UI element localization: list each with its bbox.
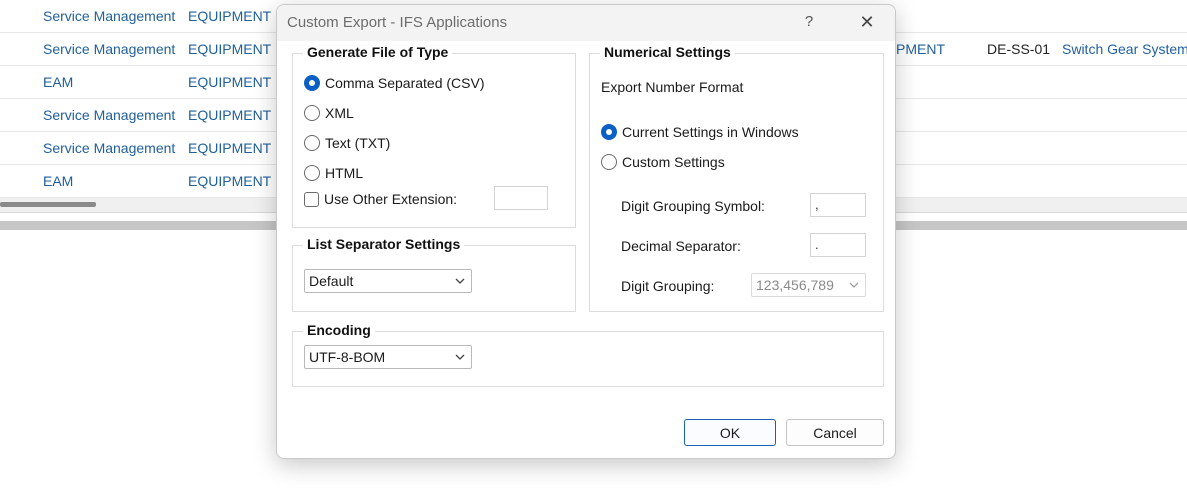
table-cell[interactable]: PMENT <box>896 41 945 57</box>
radio-current-settings-label: Current Settings in Windows <box>622 124 799 140</box>
numerical-settings-group: Numerical Settings Export Number Format … <box>589 44 884 312</box>
radio-html[interactable]: HTML <box>304 163 363 183</box>
radio-csv-label: Comma Separated (CSV) <box>325 75 485 91</box>
export-number-format-label: Export Number Format <box>601 79 744 95</box>
decimal-separator-input[interactable]: . <box>810 233 866 257</box>
radio-xml[interactable]: XML <box>304 103 354 123</box>
digit-grouping-symbol-input[interactable]: , <box>810 193 866 217</box>
scrollbar-thumb[interactable] <box>0 202 96 207</box>
chevron-down-icon <box>849 282 859 288</box>
chevron-down-icon <box>455 354 465 360</box>
radio-button-icon[interactable] <box>304 135 320 151</box>
table-cell[interactable]: Switch Gear System <box>1062 41 1187 57</box>
dialog-title: Custom Export - IFS Applications <box>287 14 508 31</box>
digit-grouping-label: Digit Grouping: <box>621 278 715 294</box>
digit-grouping-select[interactable]: 123,456,789 <box>751 273 866 297</box>
table-cell[interactable]: EAM <box>43 74 73 90</box>
ok-button[interactable]: OK <box>684 419 776 446</box>
file-type-group: Generate File of Type Comma Separated (C… <box>292 44 576 228</box>
digit-grouping-value: 123,456,789 <box>756 277 834 293</box>
numerical-settings-group-title: Numerical Settings <box>600 44 735 60</box>
radio-current-settings[interactable]: Current Settings in Windows <box>601 122 799 142</box>
table-cell[interactable]: Service Management <box>43 41 175 57</box>
list-separator-select[interactable]: Default <box>304 269 472 293</box>
table-cell[interactable]: Service Management <box>43 8 175 24</box>
encoding-group-title: Encoding <box>303 322 375 338</box>
radio-button-checked-icon[interactable] <box>304 75 320 91</box>
list-separator-group: List Separator Settings Default <box>292 236 576 312</box>
table-cell[interactable]: EQUIPMENT <box>188 140 271 156</box>
table-cell[interactable]: Service Management <box>43 140 175 156</box>
use-other-extension-label: Use Other Extension: <box>324 191 458 207</box>
close-icon[interactable]: ✕ <box>857 12 877 32</box>
radio-txt-label: Text (TXT) <box>325 135 391 151</box>
table-cell[interactable]: EQUIPMENT <box>188 8 271 24</box>
list-separator-value: Default <box>309 273 354 289</box>
radio-csv[interactable]: Comma Separated (CSV) <box>304 73 485 93</box>
encoding-value: UTF-8-BOM <box>309 349 386 365</box>
checkbox-icon[interactable] <box>304 191 319 207</box>
radio-custom-settings[interactable]: Custom Settings <box>601 152 725 172</box>
custom-export-dialog: Custom Export - IFS Applications ? ✕ Gen… <box>276 4 896 459</box>
table-cell[interactable]: EQUIPMENT <box>188 107 271 123</box>
table-cell[interactable]: DE-SS-01 <box>987 41 1050 57</box>
radio-button-icon[interactable] <box>601 154 617 170</box>
file-type-group-title: Generate File of Type <box>303 44 453 60</box>
radio-button-icon[interactable] <box>304 105 320 121</box>
table-cell[interactable]: EQUIPMENT <box>188 173 271 189</box>
other-extension-input[interactable] <box>494 186 548 210</box>
encoding-select[interactable]: UTF-8-BOM <box>304 345 472 369</box>
decimal-separator-label: Decimal Separator: <box>621 238 741 254</box>
help-icon[interactable]: ? <box>801 13 817 33</box>
radio-button-icon[interactable] <box>304 165 320 181</box>
table-cell[interactable]: EQUIPMENT <box>188 41 271 57</box>
table-cell[interactable]: Service Management <box>43 107 175 123</box>
dialog-title-bar[interactable]: Custom Export - IFS Applications ? ✕ <box>277 5 895 41</box>
radio-button-checked-icon[interactable] <box>601 124 617 140</box>
table-cell[interactable]: EAM <box>43 173 73 189</box>
radio-xml-label: XML <box>325 105 354 121</box>
use-other-extension-checkbox[interactable]: Use Other Extension: <box>304 189 457 209</box>
list-separator-group-title: List Separator Settings <box>303 236 465 252</box>
radio-txt[interactable]: Text (TXT) <box>304 133 390 153</box>
table-cell[interactable]: EQUIPMENT <box>188 74 271 90</box>
encoding-group: Encoding UTF-8-BOM <box>292 322 884 387</box>
digit-grouping-symbol-label: Digit Grouping Symbol: <box>621 198 765 214</box>
chevron-down-icon <box>455 278 465 284</box>
radio-html-label: HTML <box>325 165 364 181</box>
radio-custom-settings-label: Custom Settings <box>622 154 725 170</box>
cancel-button[interactable]: Cancel <box>786 419 884 446</box>
